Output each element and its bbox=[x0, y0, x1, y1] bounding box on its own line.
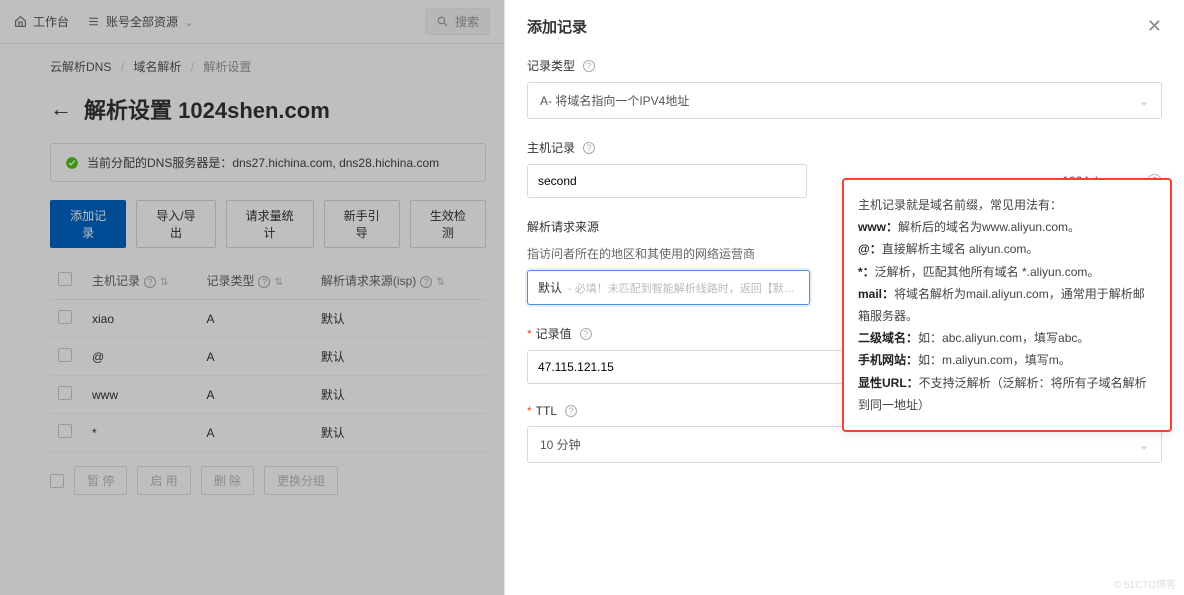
table-row: xiao A 默认 bbox=[50, 300, 486, 338]
row-checkbox[interactable] bbox=[58, 348, 72, 362]
import-export-button[interactable]: 导入/导出 bbox=[136, 200, 215, 248]
check-circle-icon bbox=[65, 156, 79, 170]
sort-icon[interactable]: ⇅ bbox=[436, 277, 444, 288]
cell-type: A bbox=[198, 414, 312, 452]
request-stats-button[interactable]: 请求量统计 bbox=[226, 200, 314, 248]
regroup-button[interactable]: 更换分组 bbox=[264, 466, 338, 495]
source-placeholder: - 必填！未匹配到智能解析线路时，返回【默认】线路设置结果 bbox=[568, 280, 799, 296]
table-row: @ A 默认 bbox=[50, 338, 486, 376]
cell-isp: 默认 bbox=[313, 376, 486, 414]
dns-notice-banner: 当前分配的DNS服务器是：dns27.hichina.com, dns28.hi… bbox=[50, 143, 486, 182]
delete-button[interactable]: 删 除 bbox=[201, 466, 254, 495]
record-type-label: 记录类型? bbox=[527, 57, 1162, 74]
help-icon[interactable]: ? bbox=[144, 276, 156, 288]
col-isp: 解析请求来源(isp) bbox=[321, 274, 416, 288]
resource-dropdown[interactable]: 账号全部资源 ⌄ bbox=[87, 13, 194, 30]
help-icon[interactable]: ? bbox=[583, 142, 595, 154]
cell-type: A bbox=[198, 338, 312, 376]
main-page-underlay: 工作台 账号全部资源 ⌄ 搜索 云解析DNS / 域名解析 / bbox=[0, 0, 504, 595]
row-checkbox[interactable] bbox=[58, 386, 72, 400]
add-record-panel: 添加记录 ✕ 记录类型? A- 将域名指向一个IPV4地址 ⌄ 主机记录? .1… bbox=[504, 0, 1184, 595]
pause-button[interactable]: 暂 停 bbox=[74, 466, 127, 495]
record-type-value: A- 将域名指向一个IPV4地址 bbox=[540, 92, 689, 109]
cell-host: * bbox=[84, 414, 198, 452]
sort-icon[interactable]: ⇅ bbox=[160, 277, 168, 288]
help-icon[interactable]: ? bbox=[580, 328, 592, 340]
home-label: 工作台 bbox=[33, 13, 69, 30]
cell-isp: 默认 bbox=[313, 300, 486, 338]
guide-button[interactable]: 新手引导 bbox=[324, 200, 400, 248]
breadcrumb: 云解析DNS / 域名解析 / 解析设置 bbox=[50, 58, 486, 75]
tooltip-intro: 主机记录就是域名前缀，常见用法有： bbox=[858, 194, 1156, 216]
chevron-down-icon: ⌄ bbox=[1139, 94, 1149, 108]
close-icon[interactable]: ✕ bbox=[1147, 16, 1162, 37]
home-link[interactable]: 工作台 bbox=[14, 13, 69, 30]
top-bar: 工作台 账号全部资源 ⌄ 搜索 bbox=[0, 0, 504, 44]
cell-type: A bbox=[198, 300, 312, 338]
host-record-input[interactable] bbox=[527, 164, 807, 198]
breadcrumb-item-1[interactable]: 云解析DNS bbox=[50, 60, 111, 74]
cell-isp: 默认 bbox=[313, 414, 486, 452]
check-button[interactable]: 生效检测 bbox=[410, 200, 486, 248]
cell-host: xiao bbox=[84, 300, 198, 338]
chevron-down-icon: ⌄ bbox=[184, 15, 194, 29]
help-icon[interactable]: ? bbox=[565, 405, 577, 417]
chevron-down-icon: ⌄ bbox=[1139, 438, 1149, 452]
help-icon[interactable]: ? bbox=[420, 276, 432, 288]
help-icon[interactable]: ? bbox=[583, 60, 595, 72]
host-record-tooltip: 主机记录就是域名前缀，常见用法有： www：解析后的域名为www.aliyun.… bbox=[842, 178, 1172, 432]
row-checkbox[interactable] bbox=[58, 310, 72, 324]
action-button-row: 添加记录 导入/导出 请求量统计 新手引导 生效检测 bbox=[50, 200, 486, 248]
back-arrow-icon[interactable]: ← bbox=[50, 96, 72, 122]
watermark: © 51CTO博客 bbox=[1114, 576, 1176, 591]
search-icon bbox=[436, 15, 449, 28]
host-record-label: 主机记录? bbox=[527, 139, 1162, 156]
list-icon bbox=[87, 15, 100, 28]
source-tag: 默认 bbox=[538, 279, 562, 296]
records-table: 主机记录? ⇅ 记录类型? ⇅ 解析请求来源(isp)? ⇅ xiao A 默认 @ … bbox=[50, 262, 486, 452]
cell-type: A bbox=[198, 376, 312, 414]
sort-icon[interactable]: ⇅ bbox=[274, 277, 282, 288]
cell-isp: 默认 bbox=[313, 338, 486, 376]
ttl-value: 10 分钟 bbox=[540, 436, 581, 453]
breadcrumb-item-2[interactable]: 域名解析 bbox=[133, 60, 181, 74]
page-title: 解析设置 1024shen.com bbox=[84, 93, 330, 125]
table-row: * A 默认 bbox=[50, 414, 486, 452]
home-icon bbox=[14, 15, 27, 28]
cell-host: www bbox=[84, 376, 198, 414]
enable-button[interactable]: 启 用 bbox=[137, 466, 190, 495]
dns-notice-text: 当前分配的DNS服务器是：dns27.hichina.com, dns28.hi… bbox=[87, 154, 439, 171]
search-placeholder: 搜索 bbox=[455, 13, 479, 30]
panel-title: 添加记录 bbox=[527, 16, 587, 37]
col-host: 主机记录 bbox=[92, 274, 140, 288]
col-type: 记录类型 bbox=[206, 274, 254, 288]
select-all-checkbox[interactable] bbox=[58, 272, 72, 286]
add-record-button[interactable]: 添加记录 bbox=[50, 200, 126, 248]
help-icon[interactable]: ? bbox=[258, 276, 270, 288]
breadcrumb-item-3: 解析设置 bbox=[203, 60, 251, 74]
table-row: www A 默认 bbox=[50, 376, 486, 414]
bulk-action-row: 暂 停 启 用 删 除 更换分组 bbox=[50, 466, 486, 495]
search-box[interactable]: 搜索 bbox=[425, 8, 490, 35]
row-checkbox[interactable] bbox=[58, 424, 72, 438]
bulk-select-checkbox[interactable] bbox=[50, 474, 64, 488]
source-select[interactable]: 默认 - 必填！未匹配到智能解析线路时，返回【默认】线路设置结果 bbox=[527, 270, 810, 305]
resource-label: 账号全部资源 bbox=[106, 13, 178, 30]
record-type-select[interactable]: A- 将域名指向一个IPV4地址 ⌄ bbox=[527, 82, 1162, 119]
cell-host: @ bbox=[84, 338, 198, 376]
